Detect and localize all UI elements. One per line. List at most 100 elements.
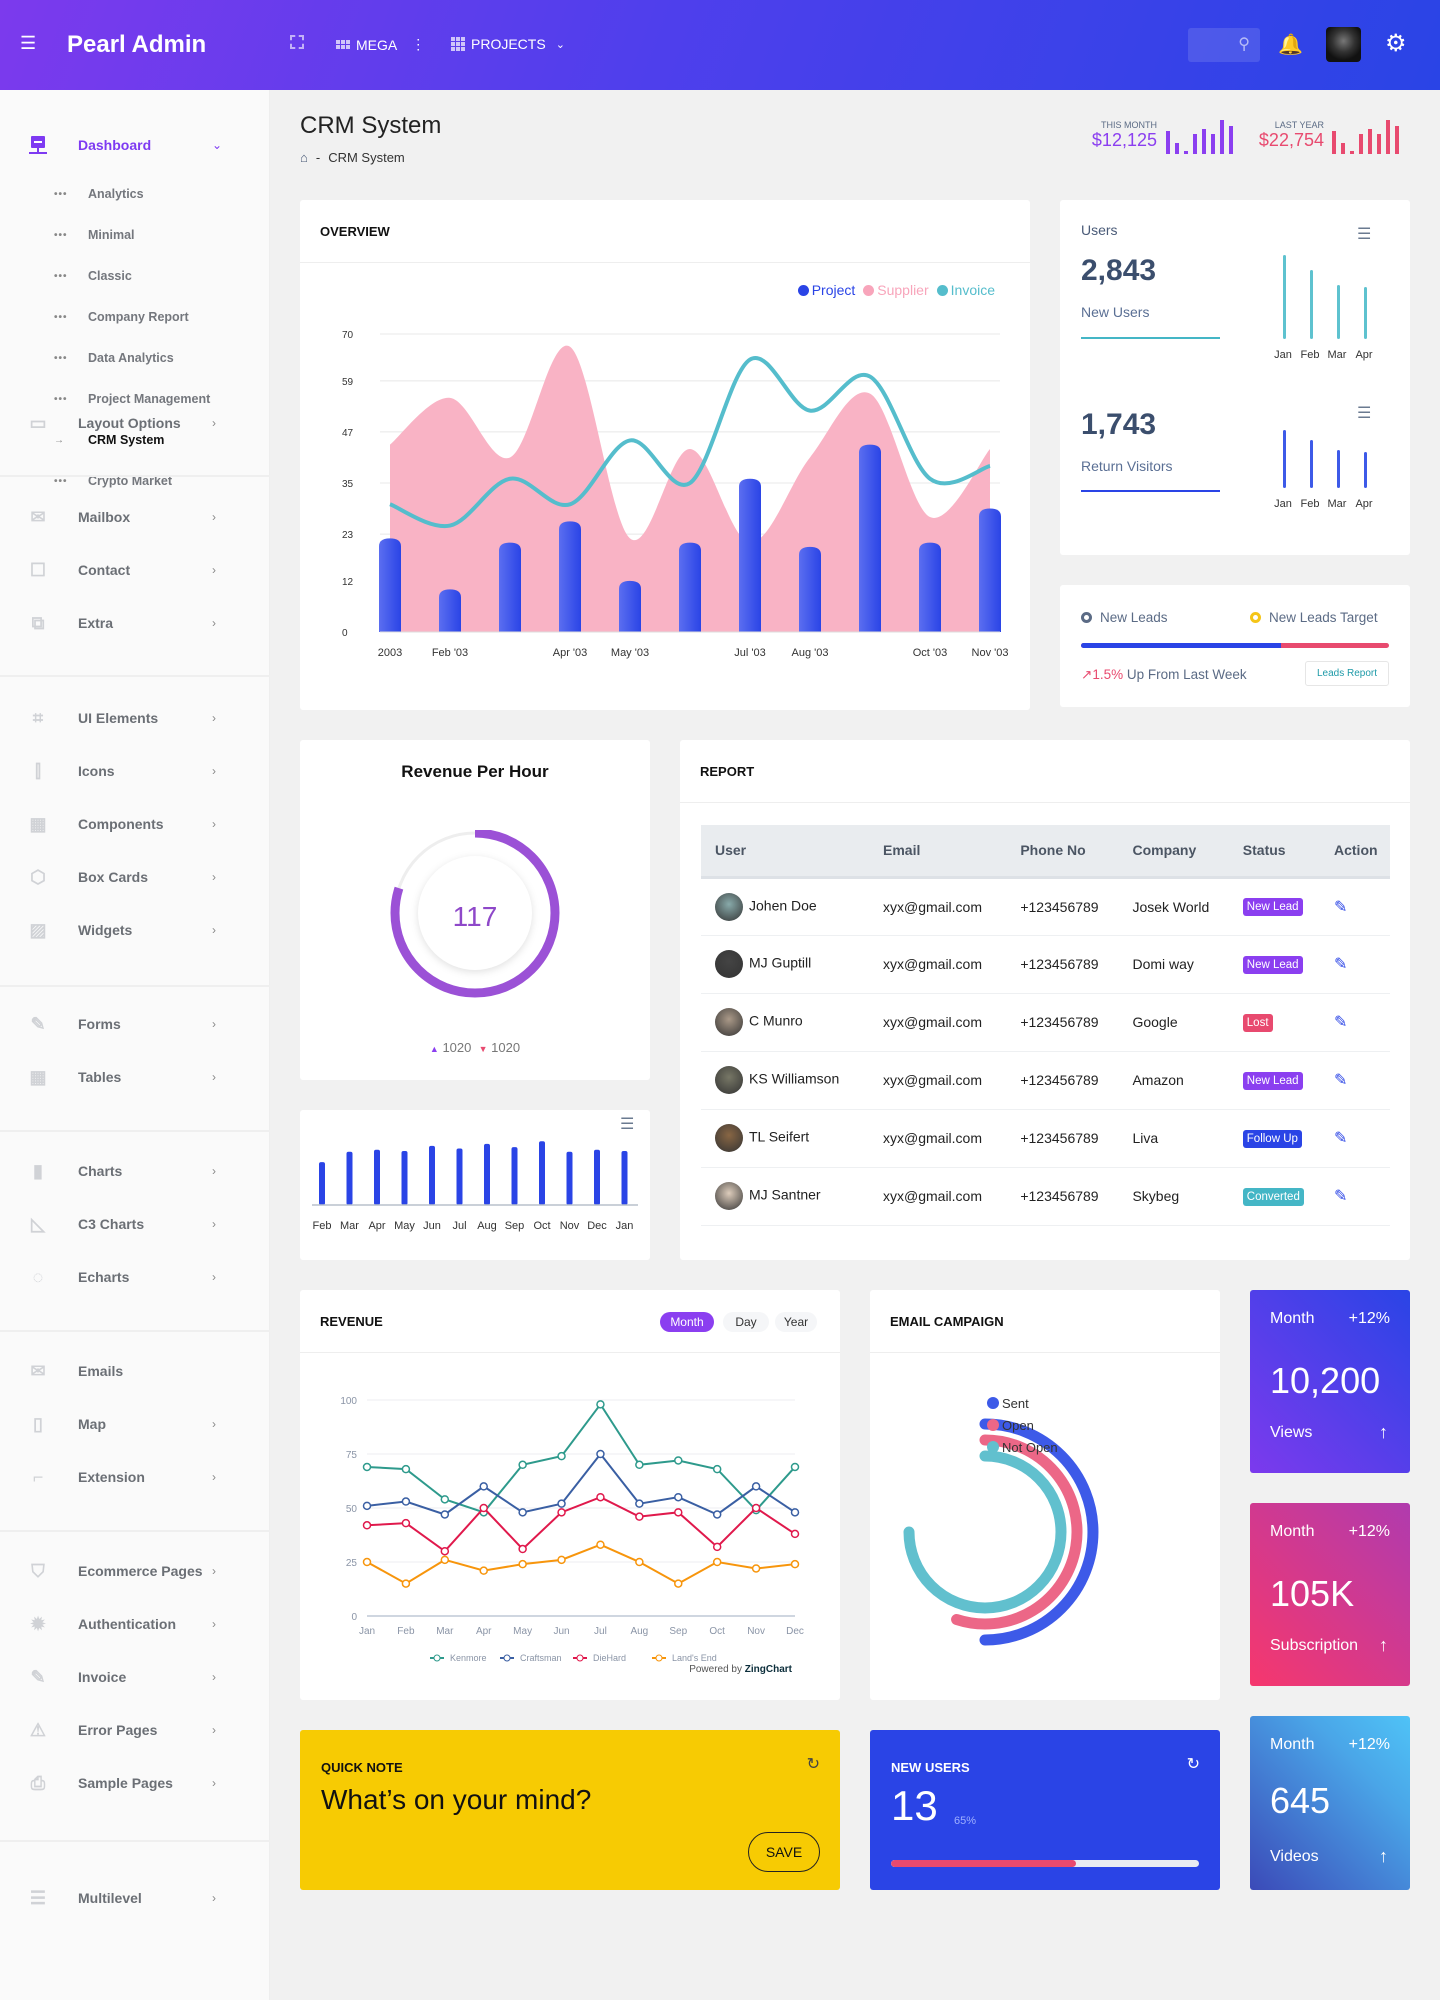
save-button[interactable]: SAVE: [748, 1832, 820, 1872]
tab-year[interactable]: Year: [775, 1312, 817, 1332]
data-point[interactable]: [790, 1508, 800, 1517]
sidebar-item-components[interactable]: ▦ Components ›: [0, 809, 270, 839]
data-point[interactable]: [362, 1557, 372, 1567]
tab-month[interactable]: Month: [660, 1312, 714, 1332]
data-point[interactable]: [635, 1499, 644, 1508]
sidebar-item-emails[interactable]: ✉ Emails: [0, 1356, 270, 1386]
sidebar-item-extension[interactable]: ⌐ Extension ›: [0, 1462, 270, 1492]
sidebar-item-mailbox[interactable]: ✉ Mailbox ›: [0, 502, 270, 532]
data-point[interactable]: [479, 1482, 488, 1491]
column-header[interactable]: User: [701, 825, 869, 879]
data-point[interactable]: [635, 1460, 644, 1470]
sidebar-item-icons[interactable]: ⫿ Icons ›: [0, 756, 270, 786]
search-input[interactable]: ⚲: [1188, 28, 1260, 62]
data-point[interactable]: [790, 1559, 800, 1569]
data-point[interactable]: [518, 1559, 527, 1569]
menu-icon[interactable]: ☰: [20, 33, 36, 54]
tab-day[interactable]: Day: [723, 1312, 769, 1332]
quick-note-input[interactable]: What’s on your mind?: [321, 1784, 591, 1816]
gear-icon[interactable]: ⚙: [1385, 29, 1407, 58]
home-icon[interactable]: ⌂: [300, 150, 308, 165]
data-point[interactable]: [674, 1508, 683, 1517]
data-point[interactable]: [674, 1579, 683, 1588]
data-point[interactable]: [596, 1449, 605, 1459]
data-point[interactable]: [362, 1501, 372, 1511]
data-point[interactable]: [790, 1462, 800, 1472]
legend-label[interactable]: Kenmore: [450, 1653, 487, 1663]
sidebar-item-sample-pages[interactable]: ⎙ Sample Pages ›: [0, 1768, 270, 1798]
refresh-icon[interactable]: ↻: [1187, 1754, 1200, 1774]
projects-menu-button[interactable]: PROJECTS ⌄: [451, 36, 565, 52]
data-point[interactable]: [401, 1497, 411, 1506]
data-point[interactable]: [674, 1492, 683, 1502]
sidebar-item-charts[interactable]: ▮ Charts ›: [0, 1156, 270, 1186]
data-point[interactable]: [635, 1512, 644, 1521]
data-point[interactable]: [401, 1579, 411, 1588]
column-header[interactable]: Phone No: [1006, 825, 1119, 879]
sidebar-item-widgets[interactable]: ▨ Widgets ›: [0, 915, 270, 945]
legend-label[interactable]: Open: [1002, 1418, 1034, 1433]
mega-menu-button[interactable]: MEGA ⋮: [336, 36, 425, 53]
edit-icon[interactable]: ✎: [1334, 899, 1347, 916]
menu-icon[interactable]: ☰: [1357, 224, 1371, 244]
sidebar-subitem-analytics[interactable]: ••• Analytics: [0, 182, 270, 206]
legend-label[interactable]: DieHard: [593, 1653, 626, 1663]
sidebar-item-ecommerce-pages[interactable]: ⛉ Ecommerce Pages ›: [0, 1556, 270, 1586]
legend-label[interactable]: Land's End: [672, 1653, 717, 1663]
edit-icon[interactable]: ✎: [1334, 1014, 1347, 1031]
brand-logo[interactable]: Pearl Admin: [67, 31, 206, 59]
data-point[interactable]: [518, 1460, 527, 1470]
data-point[interactable]: [790, 1529, 800, 1539]
data-point[interactable]: [440, 1510, 450, 1519]
data-point[interactable]: [479, 1566, 488, 1575]
column-header[interactable]: Status: [1228, 825, 1320, 879]
sidebar-item-multilevel[interactable]: ☰ Multilevel ›: [0, 1883, 270, 1913]
column-header[interactable]: Company: [1118, 825, 1229, 879]
sidebar-subitem-crypto-market[interactable]: ••• Crypto Market: [0, 469, 270, 493]
data-point[interactable]: [518, 1544, 527, 1554]
edit-icon[interactable]: ✎: [1334, 1130, 1347, 1147]
data-point[interactable]: [401, 1464, 411, 1474]
sidebar-subitem-minimal[interactable]: ••• Minimal: [0, 223, 270, 247]
data-point[interactable]: [362, 1521, 372, 1530]
data-point[interactable]: [751, 1482, 761, 1491]
refresh-icon[interactable]: ↻: [807, 1754, 820, 1774]
sidebar-item-ui-elements[interactable]: ⌗ UI Elements ›: [0, 703, 270, 733]
legend-label[interactable]: Not Open: [1002, 1440, 1058, 1455]
data-point[interactable]: [440, 1546, 450, 1556]
data-point[interactable]: [401, 1518, 411, 1528]
leads-report-button[interactable]: Leads Report: [1305, 661, 1389, 686]
data-point[interactable]: [557, 1508, 566, 1517]
data-point[interactable]: [635, 1557, 644, 1567]
data-point[interactable]: [479, 1503, 488, 1513]
sidebar-item-authentication[interactable]: ✹ Authentication ›: [0, 1609, 270, 1639]
sidebar-subitem-classic[interactable]: ••• Classic: [0, 264, 270, 288]
data-point[interactable]: [712, 1542, 722, 1552]
data-point[interactable]: [518, 1508, 527, 1517]
data-point[interactable]: [712, 1464, 722, 1474]
edit-icon[interactable]: ✎: [1334, 1072, 1347, 1089]
data-point[interactable]: [596, 1492, 605, 1502]
sidebar-item-dashboard[interactable]: Dashboard ⌄: [0, 130, 270, 160]
legend-label[interactable]: Sent: [1002, 1396, 1029, 1411]
sidebar-item-forms[interactable]: ✎ Forms ›: [0, 1009, 270, 1039]
sidebar-subitem-company-report[interactable]: ••• Company Report: [0, 305, 270, 329]
data-point[interactable]: [596, 1400, 605, 1409]
data-point[interactable]: [440, 1495, 450, 1504]
menu-icon[interactable]: ☰: [1357, 403, 1371, 423]
sidebar-item-contact[interactable]: ☐ Contact ›: [0, 555, 270, 585]
sidebar-item-echarts[interactable]: ◌ Echarts ›: [0, 1262, 270, 1292]
data-point[interactable]: [440, 1555, 450, 1565]
sidebar-item-c3-charts[interactable]: ◺ C3 Charts ›: [0, 1209, 270, 1239]
sidebar-item-extra[interactable]: ⧉ Extra ›: [0, 608, 270, 638]
sidebar-item-layout-options[interactable]: ▭ Layout Options ›: [0, 408, 270, 438]
sidebar-item-invoice[interactable]: ✎ Invoice ›: [0, 1662, 270, 1692]
data-point[interactable]: [557, 1555, 566, 1565]
bell-icon[interactable]: 🔔: [1278, 32, 1303, 57]
sidebar-item-map[interactable]: ▯ Map ›: [0, 1409, 270, 1439]
data-point[interactable]: [712, 1510, 722, 1519]
sidebar-item-tables[interactable]: ▦ Tables ›: [0, 1062, 270, 1092]
data-point[interactable]: [596, 1540, 605, 1549]
data-point[interactable]: [557, 1499, 566, 1508]
data-point[interactable]: [362, 1462, 372, 1472]
